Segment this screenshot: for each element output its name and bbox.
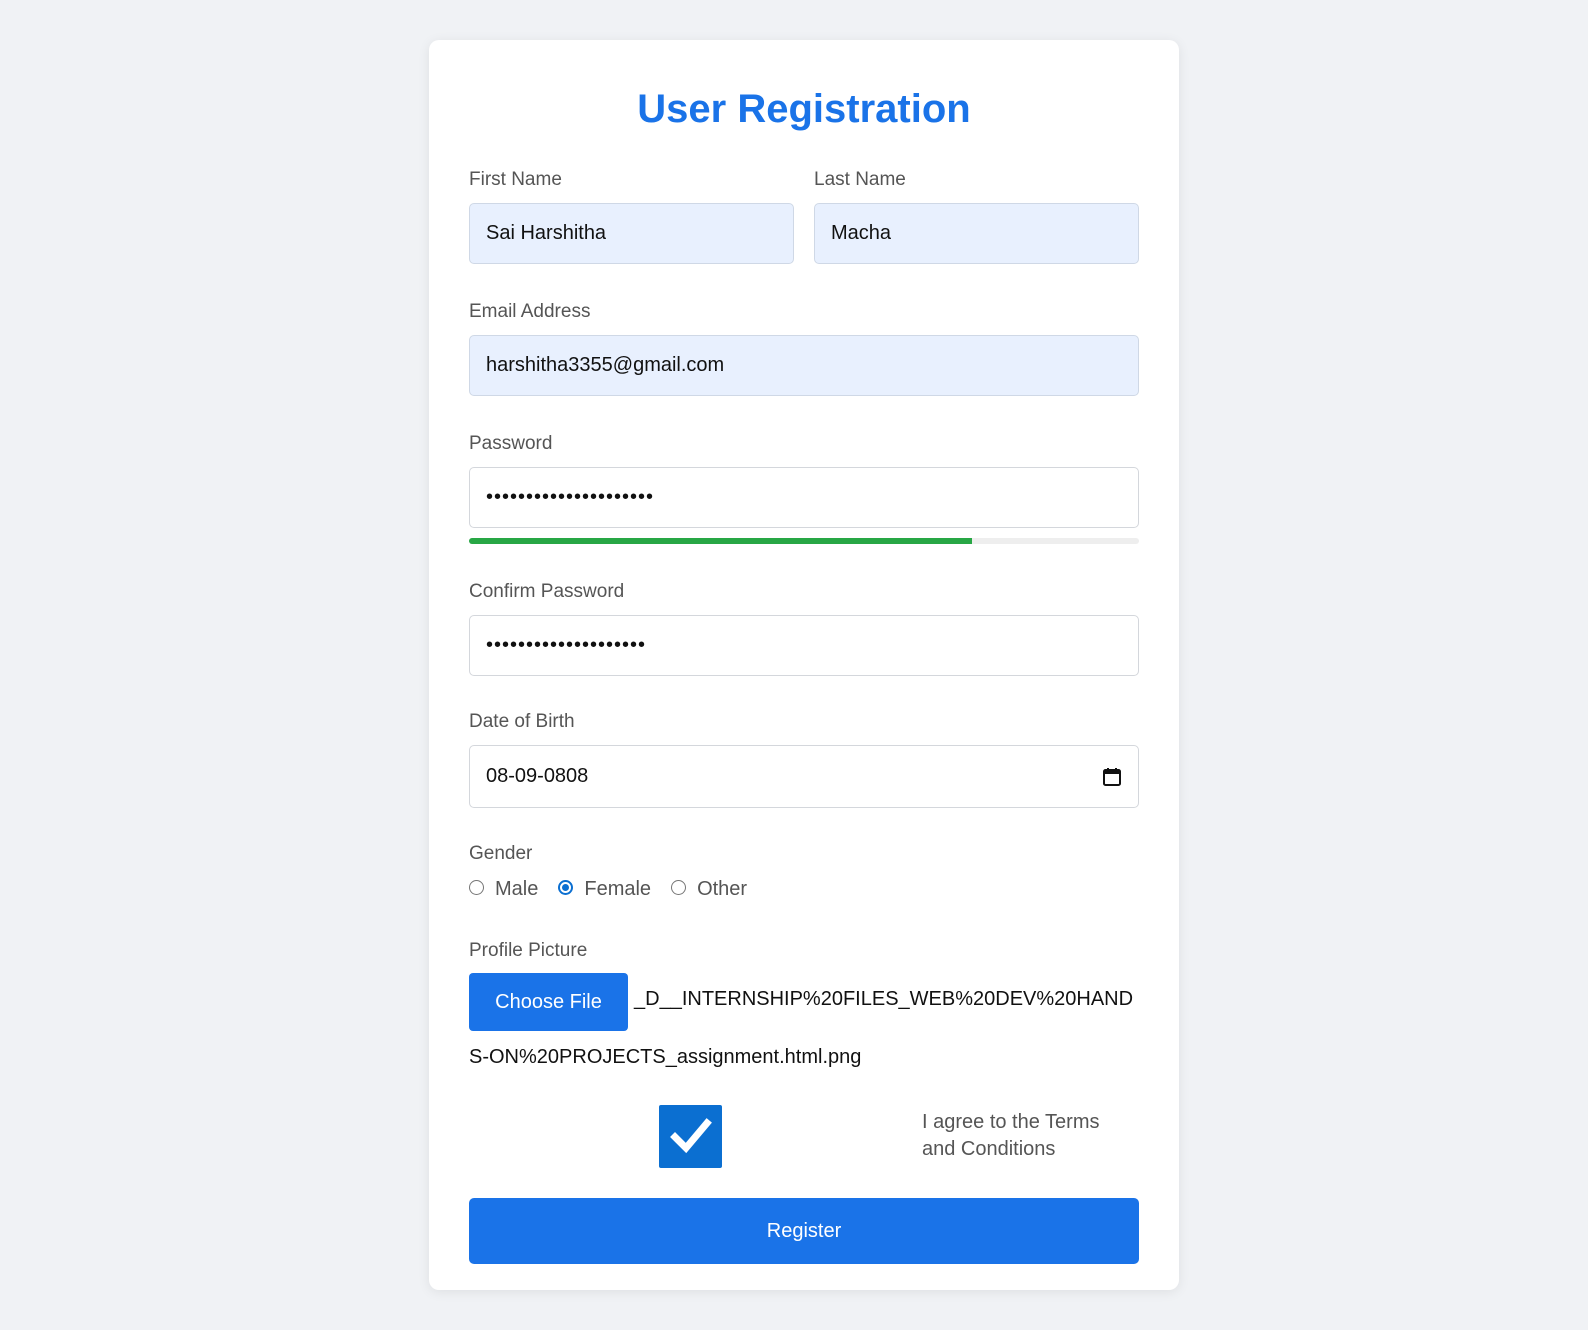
email-label: Email Address	[469, 301, 591, 322]
last-name-input[interactable]: Macha	[814, 203, 1139, 264]
profile-picture-label: Profile Picture	[469, 940, 588, 961]
password-input[interactable]: •••••••••••••••••••••	[469, 467, 1139, 528]
password-masked-value: •••••••••••••••••••••	[486, 486, 655, 508]
last-name-label: Last Name	[814, 169, 906, 190]
terms-row: I agree to the Terms and Conditions	[469, 1104, 1139, 1168]
password-strength-bar	[469, 538, 1139, 544]
dob-value: 08-09-0808	[486, 765, 589, 787]
gender-female-label: Female	[584, 878, 652, 900]
dob-group: Date of Birth 08-09-0808	[469, 710, 1139, 808]
password-group: Password •••••••••••••••••••••	[469, 432, 1139, 544]
gender-options: Male Female Other	[469, 878, 1139, 901]
confirm-password-input[interactable]: ••••••••••••••••••••	[469, 615, 1139, 676]
terms-checkbox[interactable]	[659, 1104, 722, 1168]
profile-picture-group: Profile Picture Choose File _D__INTERNSHI…	[469, 939, 1139, 1084]
first-name-group: First Name Sai Harshitha	[469, 168, 794, 264]
terms-label: I agree to the Terms and Conditions	[922, 1111, 1100, 1160]
last-name-value: Macha	[831, 222, 892, 244]
radio-male[interactable]	[469, 880, 484, 895]
email-value: harshitha3355@gmail.com	[486, 354, 725, 376]
email-group: Email Address harshitha3355@gmail.com	[469, 300, 1139, 396]
first-name-label: First Name	[469, 169, 562, 190]
name-row: First Name Sai Harshitha Last Name Macha	[469, 168, 1139, 264]
page-title: User Registration	[637, 87, 971, 131]
gender-label: Gender	[469, 843, 533, 864]
dob-input[interactable]: 08-09-0808	[469, 745, 1139, 808]
radio-other[interactable]	[671, 880, 687, 895]
registration-card: User Registration First Name Sai Harshit…	[429, 40, 1179, 1290]
first-name-value: Sai Harshitha	[486, 222, 607, 244]
password-label: Password	[469, 433, 553, 454]
first-name-input[interactable]: Sai Harshitha	[469, 203, 794, 264]
choose-file-button[interactable]: Choose File	[469, 973, 628, 1031]
gender-option-male[interactable]: Male	[469, 878, 538, 901]
gender-group: Gender Male Female Other	[469, 842, 1139, 901]
file-input: Choose File _D__INTERNSHIP%20FILES_WEB%20…	[469, 973, 1139, 1084]
email-input[interactable]: harshitha3355@gmail.com	[469, 335, 1139, 396]
radio-female[interactable]	[558, 880, 574, 895]
gender-male-label: Male	[495, 878, 539, 900]
calendar-icon[interactable]	[1102, 767, 1122, 787]
checkmark-icon	[669, 1118, 712, 1154]
gender-option-other[interactable]: Other	[671, 878, 747, 901]
password-strength-fill	[469, 538, 972, 544]
confirm-password-group: Confirm Password ••••••••••••••••••••	[469, 580, 1139, 676]
last-name-group: Last Name Macha	[814, 168, 1139, 264]
gender-other-label: Other	[697, 878, 748, 900]
register-button[interactable]: Register	[469, 1198, 1139, 1264]
confirm-password-masked-value: ••••••••••••••••••••	[486, 634, 647, 656]
gender-option-female[interactable]: Female	[558, 878, 651, 901]
confirm-password-label: Confirm Password	[469, 581, 625, 602]
dob-label: Date of Birth	[469, 711, 575, 732]
